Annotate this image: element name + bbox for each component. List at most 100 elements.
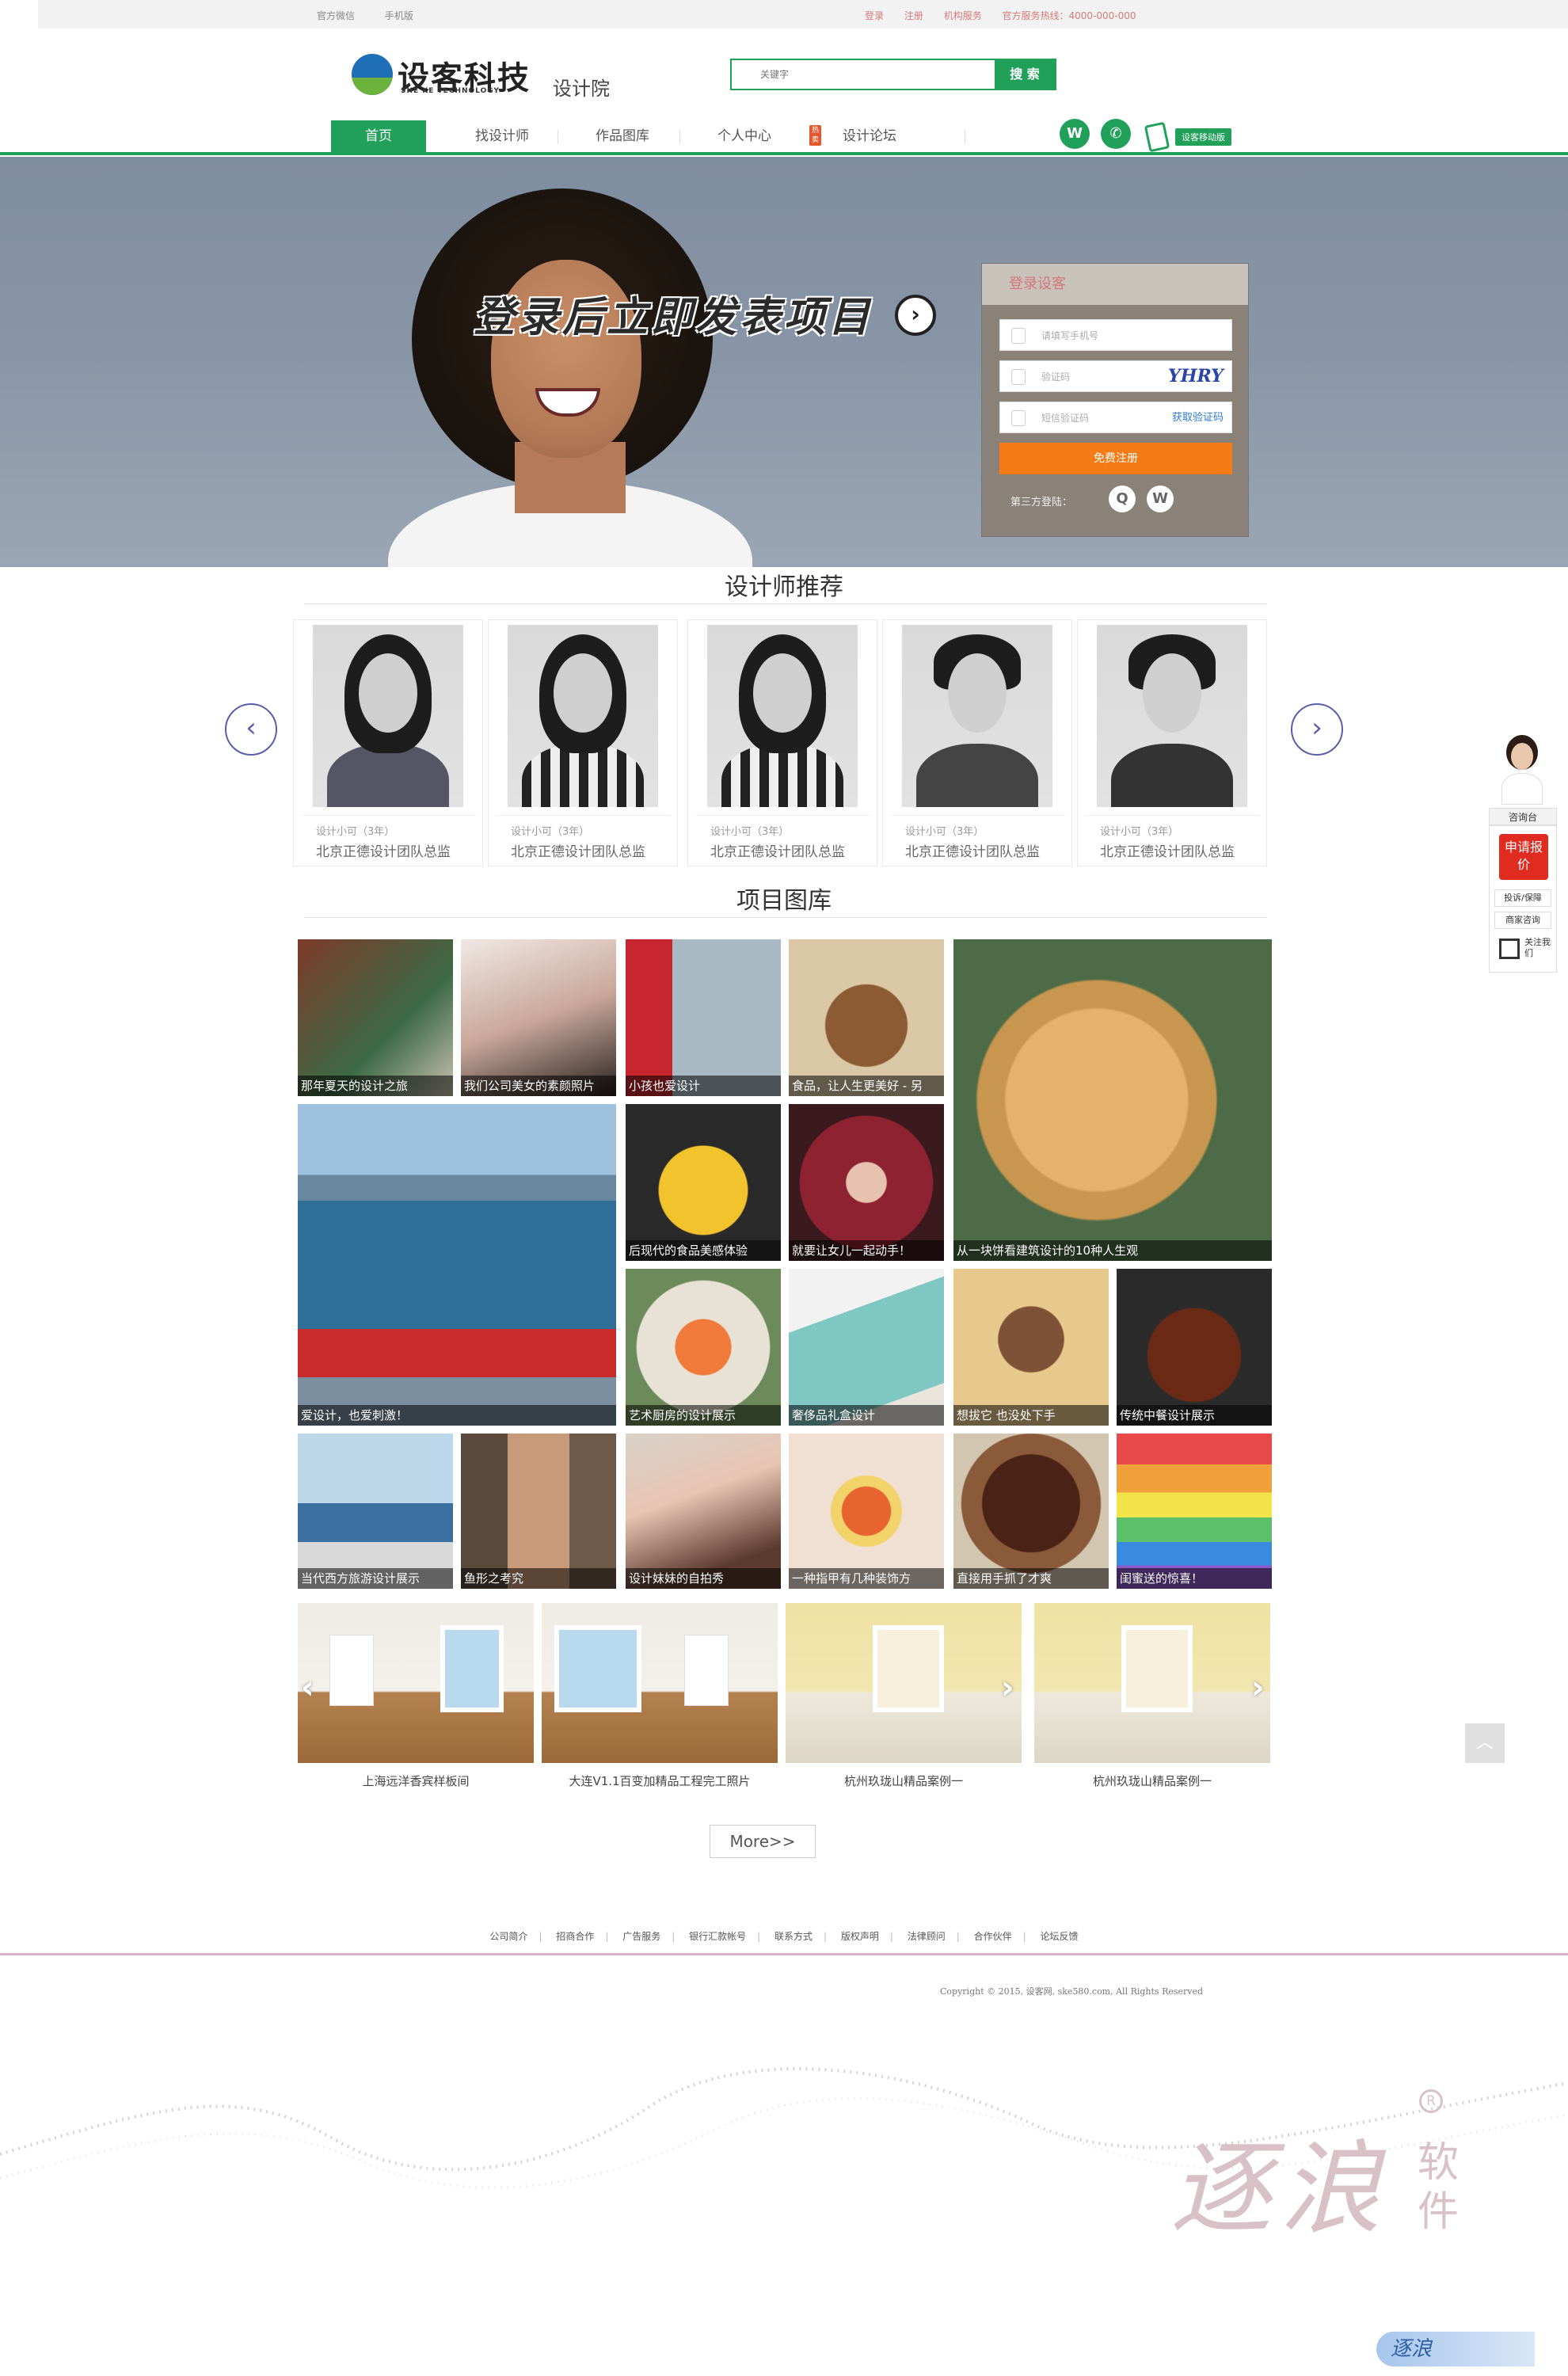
gallery-tile[interactable]: 奢侈品礼盒设计 xyxy=(789,1269,944,1426)
third-party-label: 第三方登陆： xyxy=(1010,497,1073,508)
cases-prev-icon[interactable]: ‹ xyxy=(301,1670,314,1706)
designer-desc: 北京正德设计团队总监 xyxy=(710,844,845,860)
footer-link[interactable]: 银行汇款帐号 xyxy=(689,1931,746,1942)
footer-link[interactable]: 法律顾问 xyxy=(908,1931,946,1942)
sms-code-field[interactable]: 短信验证码 获取验证码 xyxy=(999,402,1232,433)
designer-card[interactable]: 设计小可（3年） 北京正德设计团队总监 xyxy=(293,619,483,866)
gallery-tile[interactable]: 食品，让人生更美好 - 另 xyxy=(789,939,944,1096)
gallery-tile[interactable]: 传统中餐设计展示 xyxy=(1117,1269,1272,1426)
weibo-icon[interactable]: W xyxy=(1060,119,1090,149)
hotline-text: 官方服务热线：4000-000-000 xyxy=(1002,10,1136,21)
phone-field[interactable]: 请填写手机号 xyxy=(999,319,1232,351)
gallery-tile[interactable]: 设计妹妹的自拍秀 xyxy=(626,1434,781,1589)
gallery-tile[interactable]: 当代西方旅游设计展示 xyxy=(298,1434,453,1589)
nav-find-designer[interactable]: 找设计师 xyxy=(455,120,550,152)
wechat-icon[interactable]: ✆ xyxy=(1101,119,1131,149)
corner-badge[interactable]: 逐浪 xyxy=(1376,2332,1535,2366)
gallery-caption: 我们公司美女的素颜照片 xyxy=(461,1076,616,1096)
captcha-image[interactable]: YHRY xyxy=(1168,364,1225,388)
gallery-tile[interactable]: 我们公司美女的素颜照片 xyxy=(461,939,616,1096)
wechat-link[interactable]: 官方微信 xyxy=(317,10,355,21)
case-label: 杭州玖珑山精品案例一 xyxy=(1092,1774,1212,1788)
more-button[interactable]: More>> xyxy=(710,1825,816,1858)
consult-box: 申请报价 投诉/保障 商家咨询 关注我们 xyxy=(1489,825,1557,973)
logo-english: SHE KE TECHNOLOGY xyxy=(401,87,500,95)
gallery-tile[interactable]: 爱设计，也爱刺激！ xyxy=(298,1104,616,1426)
mobile-link[interactable]: 手机版 xyxy=(385,10,413,21)
footer-link[interactable]: 广告服务 xyxy=(622,1931,660,1942)
cases-next-icon[interactable]: › xyxy=(1251,1670,1264,1706)
section-divider xyxy=(304,917,1267,918)
follow-us-link[interactable]: 关注我们 xyxy=(1524,937,1556,959)
footer-link[interactable]: 联系方式 xyxy=(774,1931,813,1942)
page: 官方微信 手机版 登录 注册 机构服务 官方服务热线：4000-000-000 … xyxy=(0,0,1568,2376)
gallery-caption: 食品，让人生更美好 - 另 xyxy=(789,1076,944,1096)
gallery-caption: 当代西方旅游设计展示 xyxy=(298,1568,453,1589)
nav-forum[interactable]: 设计论坛 xyxy=(822,120,917,152)
footer-link[interactable]: 论坛反馈 xyxy=(1041,1931,1079,1942)
gallery-tile[interactable]: 鱼形之考究 xyxy=(461,1434,616,1589)
nav-home[interactable]: 首页 xyxy=(331,120,426,152)
gallery-tile[interactable]: 艺术厨房的设计展示 xyxy=(626,1269,781,1426)
cases-next-icon[interactable]: › xyxy=(1001,1670,1014,1706)
gallery-tile[interactable]: 后现代的食品美感体验 xyxy=(626,1104,781,1261)
nav-personal-center[interactable]: 个人中心 xyxy=(697,120,792,152)
footer-nav: 公司简介 | 招商合作 | 广告服务 | 银行汇款帐号 | 联系方式 | 版权声明 | 法律… xyxy=(489,1931,1079,1942)
designers-title: 设计师推荐 xyxy=(725,573,843,601)
search-button[interactable]: 搜 索 xyxy=(995,60,1055,89)
gallery-tile[interactable]: 从一块饼看建筑设计的10种人生观 xyxy=(953,939,1272,1261)
footer-link[interactable]: 公司简介 xyxy=(489,1931,527,1942)
prev-arrow-icon[interactable]: ‹ xyxy=(225,703,277,756)
login-link[interactable]: 登录 xyxy=(865,10,884,21)
mobile-version-badge[interactable]: 设客移动版 xyxy=(1175,128,1231,146)
designer-role: 设计小可（3年） xyxy=(511,826,590,838)
arrow-right-icon[interactable]: › xyxy=(895,295,936,336)
footer-link[interactable]: 招商合作 xyxy=(556,1931,594,1942)
gallery-tile[interactable]: 想拔它 也没处下手 xyxy=(953,1269,1109,1426)
quote-button[interactable]: 申请报价 xyxy=(1499,834,1548,880)
gallery-tile[interactable]: 小孩也爱设计 xyxy=(626,939,781,1096)
phone-placeholder: 请填写手机号 xyxy=(1041,330,1099,341)
footer-link[interactable]: 合作伙伴 xyxy=(974,1931,1012,1942)
next-arrow-icon[interactable]: › xyxy=(1291,703,1343,756)
register-button[interactable]: 免费注册 xyxy=(999,443,1232,474)
gallery-caption: 从一块饼看建筑设计的10种人生观 xyxy=(953,1240,1272,1261)
gallery-caption: 想拔它 也没处下手 xyxy=(953,1405,1109,1426)
footer-link[interactable]: 版权声明 xyxy=(841,1931,879,1942)
gallery-caption: 传统中餐设计展示 xyxy=(1117,1405,1272,1426)
consult-label: 咨询台 xyxy=(1489,808,1557,825)
weibo-login-icon[interactable]: W xyxy=(1147,485,1174,512)
gallery-tile[interactable]: 一种指甲有几种装饰方 xyxy=(789,1434,944,1589)
gallery-tile[interactable]: 就要让女儿一起动手！ xyxy=(789,1104,944,1261)
designer-role: 设计小可（3年） xyxy=(316,826,395,838)
nav-gallery[interactable]: 作品图库 xyxy=(575,120,670,152)
banner-slogan[interactable]: 登录后立即发表项目 xyxy=(474,284,873,343)
designer-role: 设计小可（3年） xyxy=(905,826,984,838)
phone-icon xyxy=(1011,328,1026,344)
designer-card[interactable]: 设计小可（3年） 北京正德设计团队总监 xyxy=(1077,619,1267,866)
designer-photo xyxy=(1097,625,1247,807)
gallery-title: 项目图库 xyxy=(736,887,832,915)
back-to-top-icon[interactable]: ︿ xyxy=(1465,1723,1505,1763)
registered-icon: R xyxy=(1419,2089,1443,2113)
logo[interactable]: 设客科技 SHE KE TECHNOLOGY xyxy=(352,51,531,98)
gallery-caption: 直接用手抓了才爽 xyxy=(953,1568,1109,1589)
designer-card[interactable]: 设计小可（3年） 北京正德设计团队总监 xyxy=(488,619,678,866)
gallery-tile[interactable]: 直接用手抓了才爽 xyxy=(953,1434,1109,1589)
get-code-button[interactable]: 获取验证码 xyxy=(1172,402,1224,434)
gallery-tile[interactable]: 闺蜜送的惊喜！ xyxy=(1117,1434,1272,1589)
register-link[interactable]: 注册 xyxy=(904,10,923,21)
captcha-field[interactable]: 验证码 YHRY xyxy=(999,360,1232,392)
qq-icon[interactable]: Q xyxy=(1109,485,1136,512)
merchant-link[interactable]: 商家咨询 xyxy=(1494,912,1551,929)
designer-desc: 北京正德设计团队总监 xyxy=(511,844,645,860)
org-service-link[interactable]: 机构服务 xyxy=(944,10,982,21)
search-input[interactable] xyxy=(732,60,995,89)
gallery-caption: 设计妹妹的自拍秀 xyxy=(626,1568,781,1589)
gallery-tile[interactable]: 那年夏天的设计之旅 xyxy=(298,939,453,1096)
login-title: 登录设客 xyxy=(982,264,1248,305)
nav-divider xyxy=(679,130,680,144)
complaint-link[interactable]: 投诉/保障 xyxy=(1494,889,1551,907)
designer-card[interactable]: 设计小可（3年） 北京正德设计团队总监 xyxy=(882,619,1072,866)
designer-card[interactable]: 设计小可（3年） 北京正德设计团队总监 xyxy=(687,619,877,866)
